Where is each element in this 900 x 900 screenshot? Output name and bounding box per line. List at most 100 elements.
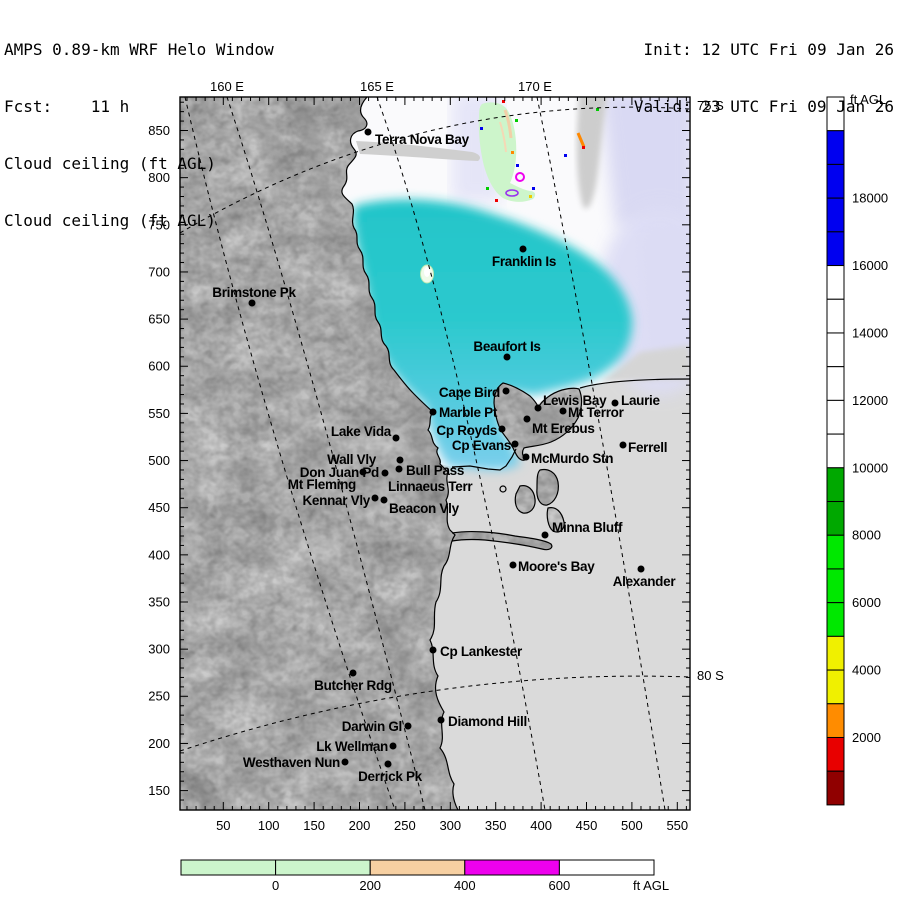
y-axis-label: 650 <box>148 312 170 327</box>
station-dot <box>396 466 403 473</box>
colorbar-cell <box>827 198 844 232</box>
colorbar-bottom-title: ft AGL <box>633 878 669 893</box>
colorbar-cell <box>181 860 276 875</box>
station-dot <box>385 761 392 768</box>
station-dot <box>430 647 437 654</box>
station-label: Cp Royds <box>436 423 497 438</box>
colorbar-cell <box>827 535 844 569</box>
station-dot <box>523 454 530 461</box>
station-dot <box>542 532 549 539</box>
init-valid-block: Init: 12 UTC Fri 09 Jan 26 Valid: 23 UTC… <box>634 2 894 154</box>
station-label: Diamond Hill <box>448 714 527 729</box>
colorbar-cell <box>465 860 560 875</box>
y-axis-label: 500 <box>148 453 170 468</box>
station-dot <box>638 566 645 573</box>
station-label: Franklin Is <box>492 254 556 269</box>
y-axis-label: 550 <box>148 406 170 421</box>
colorbar-right-label: 18000 <box>852 191 888 206</box>
plot-title-block: AMPS 0.89-km WRF Helo Window Fcst: 11 h … <box>4 2 274 268</box>
colorbar-cell <box>827 502 844 536</box>
y-axis-label: 600 <box>148 359 170 374</box>
station-label: Bull Pass <box>406 463 464 478</box>
init-time: Init: 12 UTC Fri 09 Jan 26 <box>634 40 894 59</box>
station-dot <box>342 759 349 766</box>
colorbar-cell <box>559 860 654 875</box>
colorbar-cell <box>827 636 844 670</box>
colorbar-right-label: 10000 <box>852 460 888 475</box>
colorbar-cell <box>827 164 844 198</box>
station-label: Butcher Rdg <box>314 678 392 693</box>
station-dot <box>430 409 437 416</box>
station-label: Lk Wellman <box>316 739 388 754</box>
station-dot <box>397 457 404 464</box>
station-label: Brimstone Pk <box>212 285 296 300</box>
colorbar-cell <box>827 569 844 603</box>
station-dot <box>405 723 412 730</box>
y-axis-label: 200 <box>148 736 170 751</box>
colorbar-cell <box>827 670 844 704</box>
x-axis-label: 300 <box>439 818 461 833</box>
x-axis-label: 450 <box>576 818 598 833</box>
colorbar-cell <box>827 434 844 468</box>
station-dot <box>499 426 506 433</box>
colorbar-cell <box>827 232 844 266</box>
x-axis-label: 200 <box>349 818 371 833</box>
colorbar-right-label: 8000 <box>852 528 881 543</box>
station-label: Beaufort Is <box>473 339 540 354</box>
station-dot <box>512 441 519 448</box>
colorbar-cell <box>370 860 465 875</box>
station-dot <box>350 670 357 677</box>
station-label: Minna Bluff <box>552 520 623 535</box>
longitude-label: 170 E <box>518 79 552 94</box>
station-dot <box>381 497 388 504</box>
station-dot <box>535 405 542 412</box>
colorbar-cell <box>827 704 844 738</box>
station-label: Laurie <box>621 393 661 408</box>
station-dot <box>360 469 367 476</box>
colorbar-cell <box>827 367 844 401</box>
station-label: Mt Fleming <box>288 477 356 492</box>
station-label: Beacon Vly <box>389 501 460 516</box>
colorbar-bottom-label: 0 <box>272 878 279 893</box>
y-axis-label: 150 <box>148 783 170 798</box>
x-axis-label: 100 <box>258 818 280 833</box>
colorbar-right-label: 2000 <box>852 730 881 745</box>
station-dot <box>504 354 511 361</box>
station-label: Lake Vida <box>331 424 392 439</box>
colorbar-right-label: 6000 <box>852 595 881 610</box>
station-label: McMurdo Stn <box>531 451 613 466</box>
colorbar-bottom: 0200400600 <box>181 860 654 893</box>
colorbar-right-label: 16000 <box>852 258 888 273</box>
colorbar-cell <box>827 737 844 771</box>
x-axis-label: 400 <box>530 818 552 833</box>
station-dot <box>503 388 510 395</box>
latitude-label: 80 S <box>697 668 724 683</box>
station-label: Westhaven Nun <box>243 755 340 770</box>
colorbar-right-label: 4000 <box>852 663 881 678</box>
y-axis-label: 400 <box>148 547 170 562</box>
station-dot <box>524 416 531 423</box>
colorbar-right: 1800016000140001200010000800060004000200… <box>827 97 888 805</box>
colorbar-right-label: 14000 <box>852 325 888 340</box>
x-axis-label: 50 <box>216 818 230 833</box>
y-axis-label: 350 <box>148 594 170 609</box>
y-axis-label: 450 <box>148 500 170 515</box>
forecast-hour: Fcst: 11 h <box>4 97 274 116</box>
x-axis-label: 550 <box>666 818 688 833</box>
station-label: Cape Bird <box>439 385 500 400</box>
colorbar-bottom-label: 200 <box>359 878 381 893</box>
station-label: Ferrell <box>628 440 667 455</box>
clear-spot <box>421 265 434 283</box>
station-dot <box>372 495 379 502</box>
colorbar-cell <box>827 400 844 434</box>
colorbar-cell <box>827 603 844 637</box>
field-name-2: Cloud ceiling (ft AGL) <box>4 211 274 230</box>
x-axis-label: 150 <box>303 818 325 833</box>
colorbar-cell <box>827 468 844 502</box>
station-label: Mt Terror <box>568 405 625 420</box>
station-label: Mt Erebus <box>532 421 595 436</box>
station-dot <box>510 562 517 569</box>
station-label: Marble Pt <box>439 405 498 420</box>
station-label: Moore's Bay <box>518 559 595 574</box>
colorbar-cell <box>827 266 844 300</box>
